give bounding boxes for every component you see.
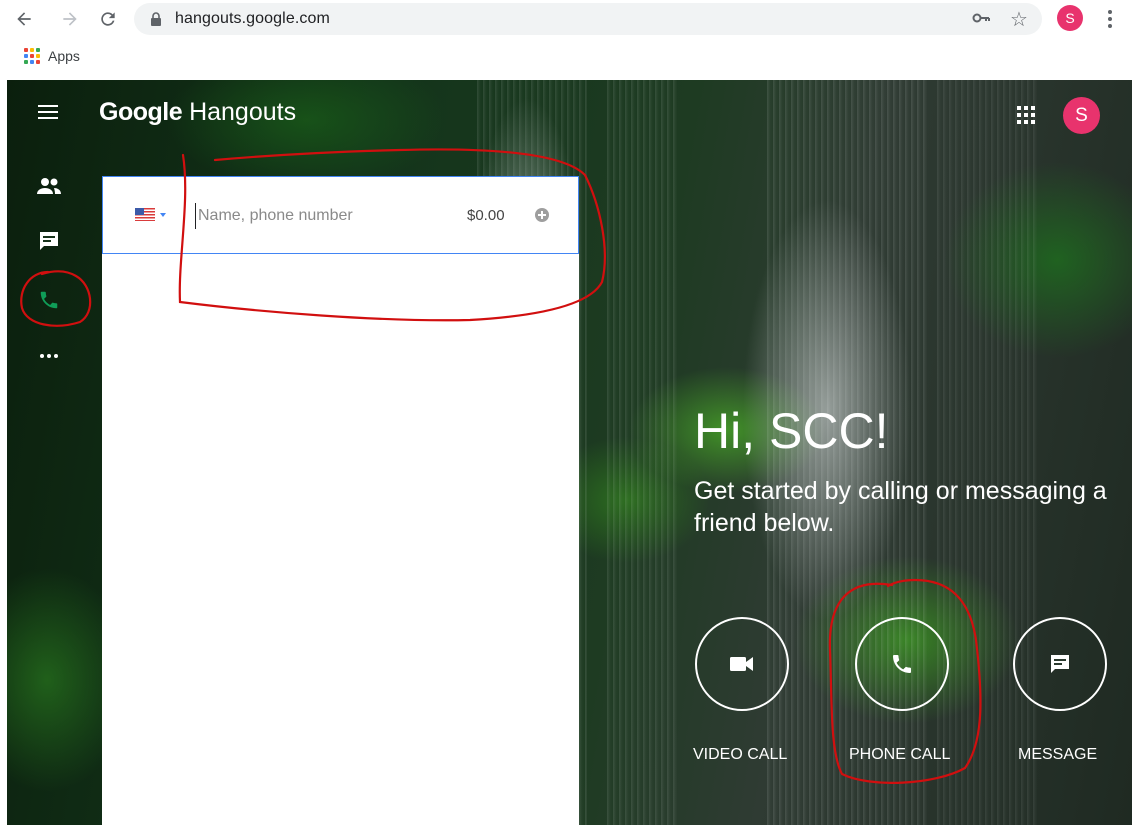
- reload-button[interactable]: [94, 5, 122, 33]
- apps-label: Apps: [48, 48, 80, 64]
- reload-icon: [101, 12, 115, 26]
- chat-icon: [40, 232, 58, 250]
- us-flag-icon: [135, 208, 155, 221]
- browser-profile-avatar[interactable]: S: [1057, 5, 1083, 31]
- welcome-subtext: Get started by calling or messaging a fr…: [694, 477, 1107, 537]
- phone-icon: [893, 655, 911, 673]
- lock-icon: [151, 12, 161, 26]
- phone-call-button[interactable]: [855, 617, 949, 711]
- back-button[interactable]: [10, 5, 38, 33]
- message-icon: [1051, 655, 1069, 673]
- google-hangouts-logo: Google Hangouts: [99, 98, 297, 126]
- rail-phone-calls[interactable]: [35, 286, 63, 314]
- dialer-panel: $0.00: [102, 176, 579, 825]
- key-icon[interactable]: [972, 11, 990, 25]
- phone-call-label: PHONE CALL: [849, 746, 951, 763]
- message-button[interactable]: [1013, 617, 1107, 711]
- arrow-back-icon: [17, 12, 31, 26]
- apps-grid-icon: [24, 48, 40, 64]
- video-call-label: VIDEO CALL: [693, 746, 788, 763]
- message-label: MESSAGE: [1018, 746, 1098, 763]
- add-credit-icon[interactable]: [535, 208, 549, 222]
- caret-down-icon: [160, 212, 166, 217]
- welcome-greeting: Hi, SCC!: [694, 403, 889, 459]
- main-menu-icon[interactable]: [38, 105, 58, 119]
- forward-button[interactable]: [56, 5, 84, 33]
- google-apps-icon[interactable]: [1017, 106, 1035, 124]
- browser-menu-icon[interactable]: [1100, 7, 1120, 31]
- people-icon: [37, 178, 61, 194]
- apps-bookmark[interactable]: Apps: [24, 48, 80, 64]
- videocam-icon: [730, 657, 753, 671]
- bookmarks-bar: Apps: [0, 40, 1132, 76]
- background-waterfall: [937, 80, 1037, 825]
- call-credit-balance: $0.00: [467, 207, 505, 224]
- rail-more[interactable]: [35, 342, 63, 370]
- address-bar[interactable]: hangouts.google.com ☆: [134, 3, 1042, 35]
- arrow-forward-icon: [63, 12, 77, 26]
- bookmark-star-icon[interactable]: ☆: [1010, 7, 1028, 32]
- browser-toolbar: hangouts.google.com ☆ S: [0, 0, 1132, 38]
- dialer-input-row: $0.00: [102, 176, 579, 254]
- background-waterfall: [607, 80, 677, 825]
- phone-icon: [40, 291, 58, 309]
- more-icon: [40, 354, 58, 358]
- browser-chrome: hangouts.google.com ☆ S Apps: [0, 0, 1132, 80]
- url-text: hangouts.google.com: [175, 10, 330, 27]
- video-call-button[interactable]: [695, 617, 789, 711]
- country-selector[interactable]: [135, 208, 166, 221]
- hangouts-app: Google Hangouts S $0.00 Hi, SCC! Get sta…: [7, 80, 1132, 825]
- name-phone-input[interactable]: [195, 203, 445, 229]
- rail-conversations[interactable]: [35, 227, 63, 255]
- rail-contacts[interactable]: [35, 172, 63, 200]
- account-avatar[interactable]: S: [1063, 97, 1100, 134]
